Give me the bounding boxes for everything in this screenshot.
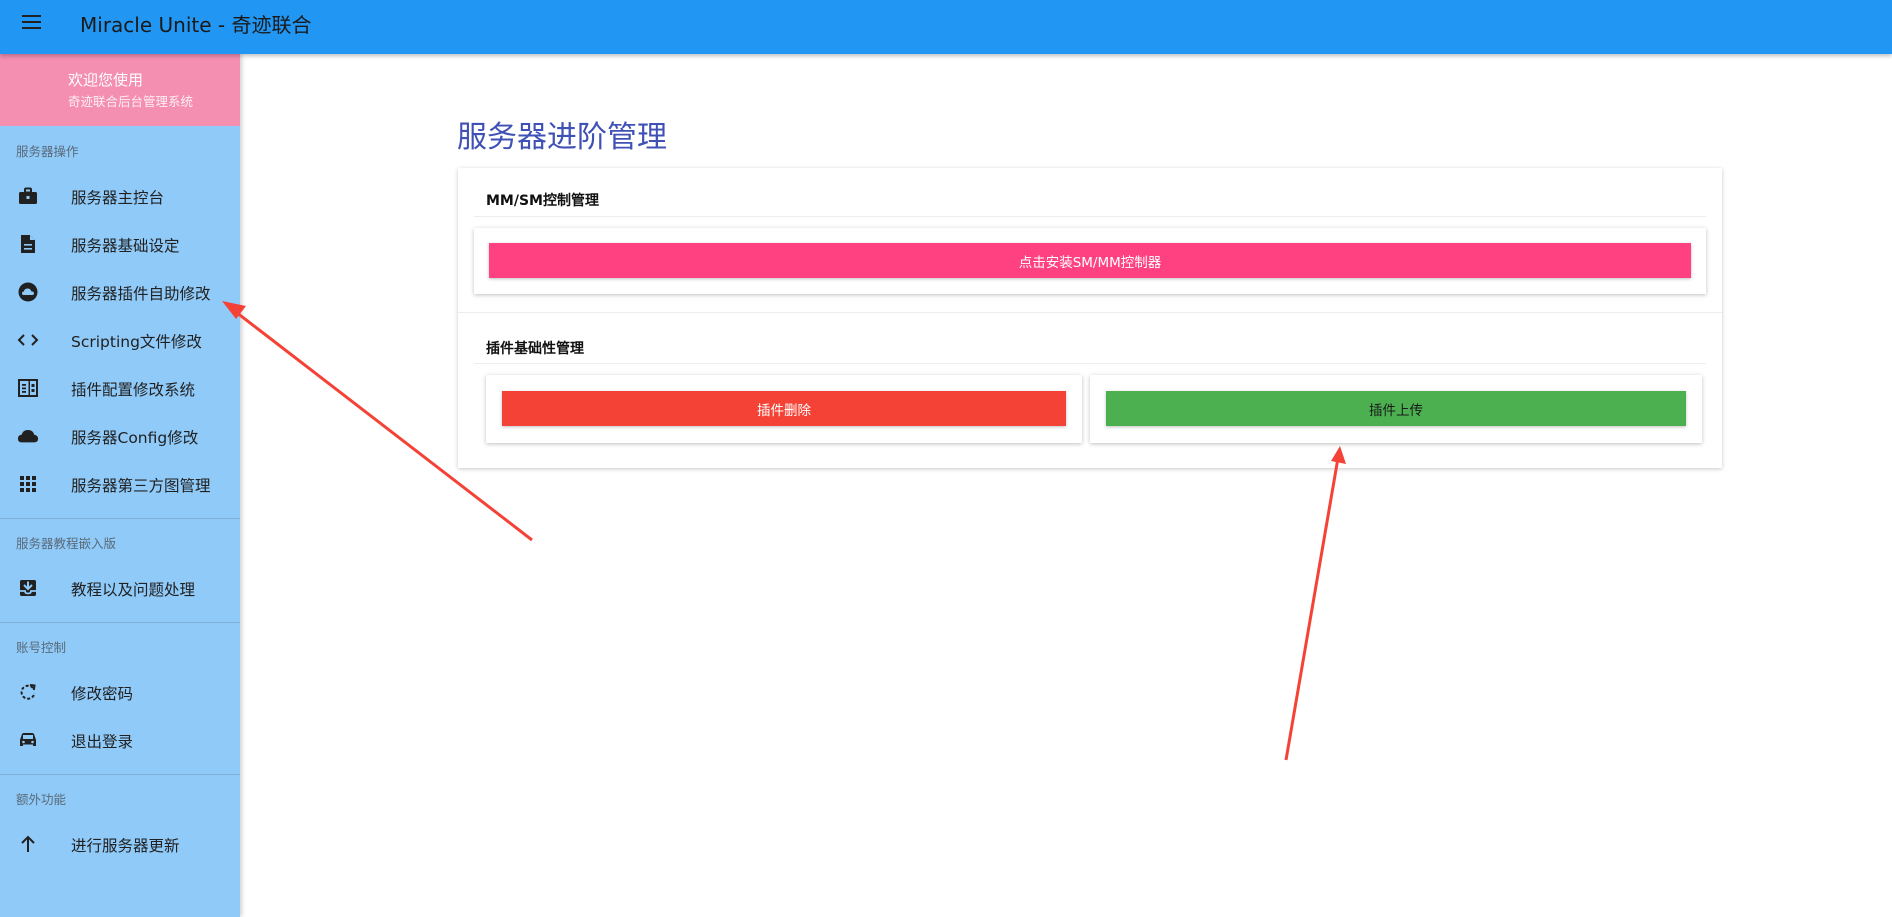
- cloud-icon: [17, 425, 39, 447]
- refresh-icon: [17, 681, 39, 703]
- install-sm-mm-button[interactable]: 点击安装SM/MM控制器: [489, 243, 1691, 278]
- plugin-upload-panel: 插件上传: [1090, 375, 1702, 443]
- section-label-server-ops: 服务器操作: [16, 144, 79, 159]
- sidebar-item-server-console[interactable]: 服务器主控台: [0, 174, 240, 218]
- sidebar-item-tutorials[interactable]: 教程以及问题处理: [0, 566, 240, 610]
- sidebar-item-label: 插件配置修改系统: [71, 381, 196, 399]
- sidebar-divider: [0, 774, 240, 775]
- sidebar-item-third-party-maps[interactable]: 服务器第三方图管理: [0, 462, 240, 506]
- annotation-arrow-upload: [1284, 446, 1346, 761]
- app-title: Miracle Unite - 奇迹联合: [80, 13, 312, 37]
- app-bar: Miracle Unite - 奇迹联合: [0, 0, 1892, 54]
- section-label-extra: 额外功能: [16, 792, 67, 807]
- sidebar-item-plugin-config-system[interactable]: 插件配置修改系统: [0, 366, 240, 410]
- section-label-tutorials: 服务器教程嵌入版: [16, 536, 117, 551]
- arrow-up-icon: [17, 833, 39, 855]
- sidebar-item-plugin-self-edit[interactable]: 服务器插件自助修改: [0, 270, 240, 314]
- sidebar-item-label: 服务器插件自助修改: [71, 285, 211, 303]
- sidebar-item-label: Scripting文件修改: [71, 333, 202, 351]
- sidebar-item-change-password[interactable]: 修改密码: [0, 670, 240, 714]
- briefcase-icon: [17, 185, 39, 207]
- section-rule: [474, 363, 1706, 364]
- sidebar-item-label: 退出登录: [71, 733, 134, 751]
- plugin-section-title: 插件基础性管理: [486, 341, 584, 357]
- sidebar-item-server-basic-settings[interactable]: 服务器基础设定: [0, 222, 240, 266]
- sidebar-item-label: 服务器第三方图管理: [71, 477, 211, 495]
- chrome-reader-icon: [17, 377, 39, 399]
- plugin-upload-button[interactable]: 插件上传: [1106, 391, 1686, 426]
- sidebar-item-label: 进行服务器更新: [71, 837, 180, 855]
- sidebar-item-label: 教程以及问题处理: [71, 581, 196, 599]
- hamburger-menu-icon[interactable]: [20, 11, 44, 33]
- sidebar-divider: [0, 518, 240, 519]
- sidebar-item-label: 服务器Config修改: [71, 429, 199, 447]
- card-divider: [458, 312, 1722, 313]
- plugin-delete-panel: 插件删除: [486, 375, 1082, 443]
- code-icon: [17, 329, 39, 351]
- advanced-management-card: MM/SM控制管理 点击安装SM/MM控制器 插件基础性管理 插件删除 插件上传: [458, 168, 1722, 468]
- sidebar-divider: [0, 622, 240, 623]
- welcome-title: 欢迎您使用: [68, 71, 144, 89]
- sidebar-item-server-update[interactable]: 进行服务器更新: [0, 822, 240, 866]
- welcome-subtitle: 奇迹联合后台管理系统: [68, 94, 194, 109]
- sidebar-item-label: 修改密码: [71, 685, 134, 703]
- move-to-inbox-icon: [17, 577, 39, 599]
- sidebar-item-scripting-edit[interactable]: Scripting文件修改: [0, 318, 240, 362]
- sidebar-item-label: 服务器基础设定: [71, 237, 180, 255]
- car-icon: [17, 729, 39, 751]
- sidebar-header: 欢迎您使用 奇迹联合后台管理系统: [0, 54, 240, 126]
- sidebar-drawer: 欢迎您使用 奇迹联合后台管理系统 服务器操作 服务器主控台 服务器基础设定 服务…: [0, 54, 240, 917]
- section-rule: [474, 216, 1706, 217]
- mm-install-panel: 点击安装SM/MM控制器: [474, 228, 1706, 294]
- apps-grid-icon: [17, 473, 39, 495]
- cloud-circle-icon: [17, 281, 39, 303]
- sidebar-item-logout[interactable]: 退出登录: [0, 718, 240, 762]
- page-title: 服务器进阶管理: [457, 120, 667, 155]
- mm-section-title: MM/SM控制管理: [486, 193, 599, 209]
- sidebar-item-server-config[interactable]: 服务器Config修改: [0, 414, 240, 458]
- document-icon: [17, 233, 39, 255]
- section-label-account: 账号控制: [16, 640, 67, 655]
- plugin-delete-button[interactable]: 插件删除: [502, 391, 1066, 426]
- sidebar-item-label: 服务器主控台: [71, 189, 165, 207]
